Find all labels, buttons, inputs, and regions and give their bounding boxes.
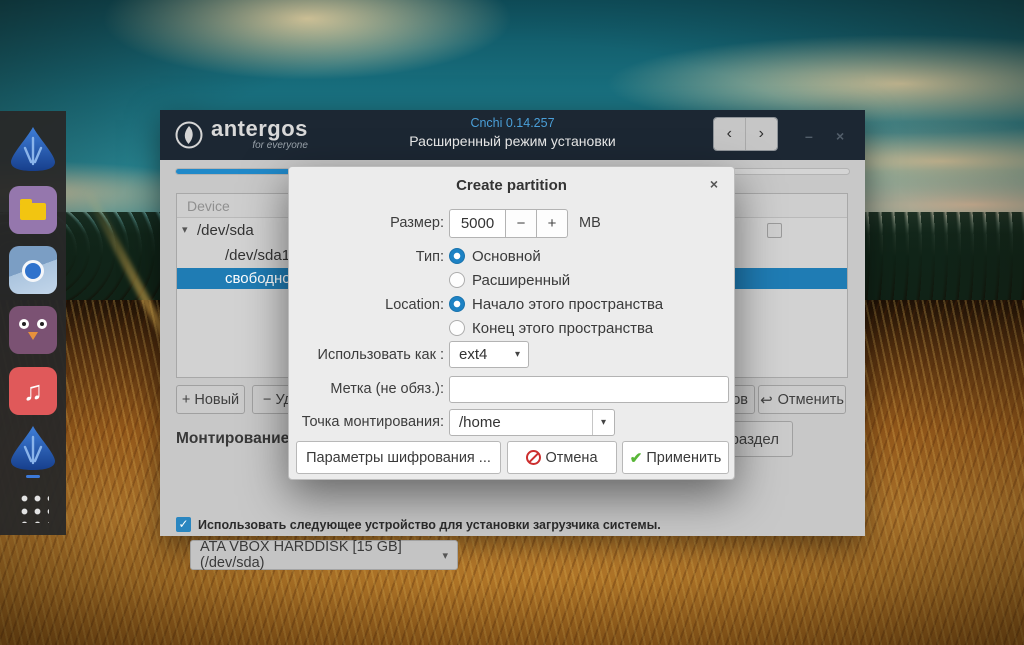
filesystem-select[interactable]: ext4 ▾ [449, 341, 529, 368]
back-button[interactable]: ‹ [714, 118, 746, 150]
bootloader-device-select[interactable]: ATA VBOX HARDDISK [15 GB] (/dev/sda) ▾ [190, 540, 458, 570]
cancel-icon [526, 450, 541, 465]
nav-buttons: ‹ › [713, 117, 778, 151]
cancel-button[interactable]: Отмена [507, 441, 617, 474]
encryption-options-button[interactable]: Параметры шифрования ... [296, 441, 501, 474]
radio-extended-label: Расширенный [472, 272, 570, 289]
size-plus-button[interactable]: + [537, 209, 568, 238]
chromium-browser-icon [22, 260, 44, 282]
dock-item-browser[interactable] [9, 246, 57, 294]
forward-button[interactable]: › [746, 118, 778, 150]
dock-item-music[interactable]: ♫ [9, 367, 57, 415]
checkmark-icon: ✔ [630, 449, 643, 467]
dock-item-files[interactable] [9, 186, 57, 234]
new-partition-button[interactable]: + Новый [176, 385, 245, 414]
use-as-label: Использовать как : [289, 347, 444, 363]
type-label: Тип: [289, 249, 444, 265]
size-minus-button[interactable]: − [506, 209, 537, 238]
close-button[interactable]: × [836, 128, 844, 144]
desktop: ♫ antergos for everyone [0, 0, 1024, 645]
dock-item-installer[interactable] [7, 423, 59, 473]
dock: ♫ [0, 111, 66, 535]
expander-icon[interactable]: ▾ [182, 218, 188, 243]
bootloader-checkbox[interactable]: ✓ [176, 517, 191, 532]
size-input[interactable]: 5000 [449, 209, 506, 238]
chevron-down-icon: ▾ [593, 417, 614, 428]
format-checkbox[interactable] [767, 223, 782, 238]
apply-button[interactable]: ✔ Применить [622, 441, 729, 474]
radio-extended[interactable] [449, 272, 465, 288]
size-unit-label: MB [579, 215, 601, 231]
bootloader-row: ✓ Использовать следующее устройство для … [176, 517, 661, 532]
running-indicator [26, 475, 40, 478]
music-note-icon: ♫ [23, 376, 43, 407]
radio-beginning-label: Начало этого пространства [472, 296, 663, 313]
create-partition-dialog: Create partition × Размер: 5000 − + MB Т… [288, 166, 735, 480]
undo-icon: ↩ [760, 391, 773, 409]
radio-end[interactable] [449, 320, 465, 336]
antergos-installer-icon [7, 423, 59, 473]
undo-button[interactable]: ↩ Отменить [758, 385, 846, 414]
mount-point-select[interactable]: /home ▾ [449, 409, 615, 436]
dock-item-antergos[interactable] [7, 124, 59, 174]
dialog-close-icon[interactable]: × [710, 176, 718, 192]
partition-label-input[interactable] [449, 376, 729, 403]
size-label: Размер: [289, 215, 444, 231]
antergos-logo-icon [7, 124, 59, 174]
chevron-down-icon: ▾ [442, 549, 448, 562]
dock-item-owl-app[interactable] [9, 306, 57, 354]
partition-label-label: Метка (не обяз.): [289, 381, 444, 397]
owl-app-icon [19, 319, 29, 329]
location-label: Location: [289, 297, 444, 313]
mounting-section-label: Монтирование [176, 430, 289, 448]
radio-primary-label: Основной [472, 248, 541, 265]
bootloader-label: Использовать следующее устройство для ус… [198, 518, 661, 532]
radio-end-label: Конец этого пространства [472, 320, 653, 337]
dialog-title: Create partition [289, 177, 734, 194]
dock-item-app-launcher[interactable] [17, 491, 49, 523]
mount-point-label: Точка монтирования: [289, 414, 444, 430]
chevron-down-icon: ▾ [507, 349, 528, 360]
minimize-button[interactable]: – [805, 128, 813, 144]
titlebar: antergos for everyone Cnchi 0.14.257 Рас… [160, 110, 865, 160]
radio-beginning[interactable] [449, 296, 465, 312]
radio-primary[interactable] [449, 248, 465, 264]
